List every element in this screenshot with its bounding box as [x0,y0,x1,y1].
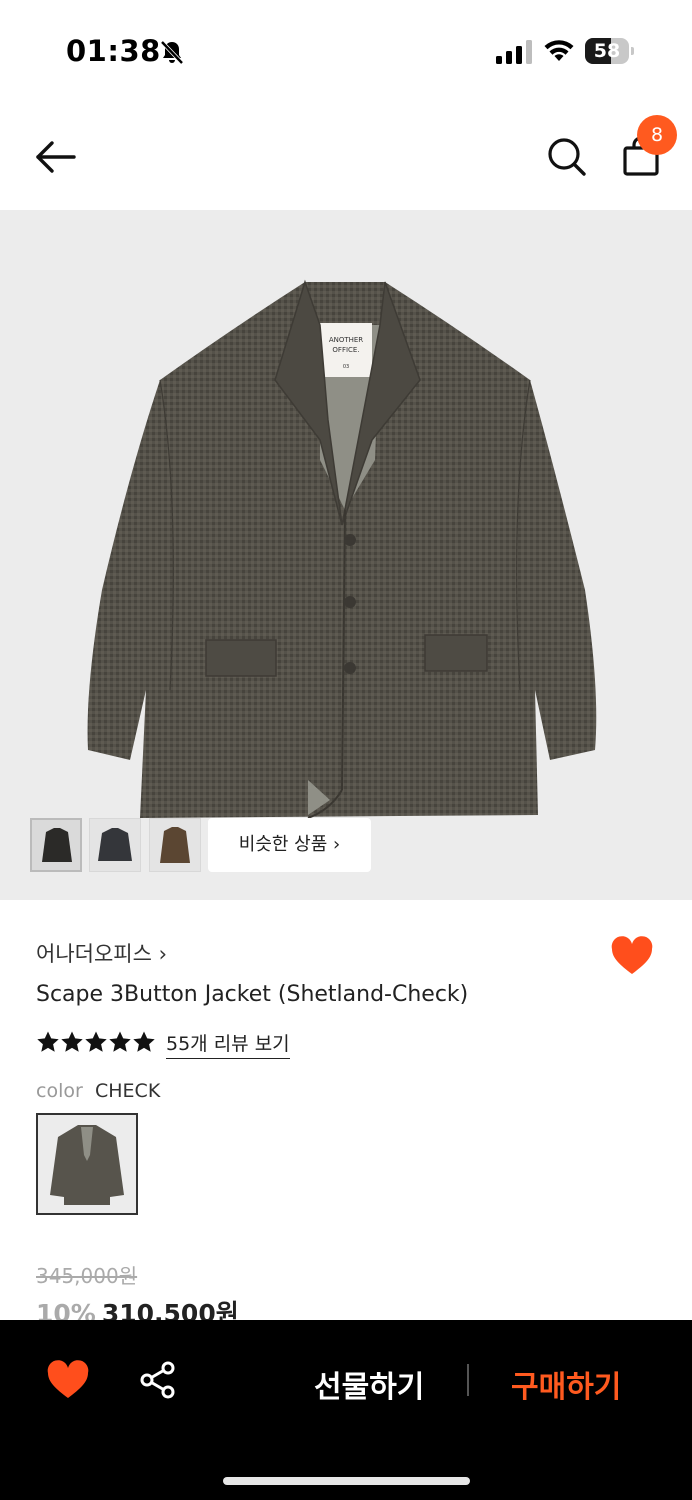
gift-button[interactable]: 선물하기 [314,1362,424,1406]
thumbnail-2[interactable] [89,818,141,872]
star-icon [85,1031,107,1052]
search-icon[interactable] [544,134,590,180]
thumbnail-jacket-image [98,828,132,861]
color-label: color [36,1080,83,1102]
brand-link[interactable]: 어나더오피스 › [36,938,167,968]
status-bar: 01:38 58 [0,0,692,100]
divider [467,1364,469,1396]
product-image: ANOTHER OFFICE. 03 [87,279,597,819]
star-icon [109,1031,131,1052]
star-icon [133,1031,155,1052]
thumbnail-3[interactable] [149,818,201,872]
thumbnail-jacket-image [160,827,190,863]
reviews-link[interactable]: 55개 리뷰 보기 [166,1029,290,1059]
cellular-signal-icon [496,40,532,64]
product-image-gallery[interactable]: ANOTHER OFFICE. 03 비슷한 상품 › [0,210,692,900]
original-price: 345,000원 [36,1264,138,1288]
buy-button[interactable]: 구매하기 [511,1362,621,1406]
thumbnail-1[interactable] [30,818,82,872]
color-option-check[interactable] [36,1113,138,1215]
svg-text:03: 03 [343,364,349,370]
product-name: Scape 3Button Jacket (Shetland-Check) [36,982,469,1007]
wifi-icon [544,40,574,61]
battery-icon: 58 [585,38,635,64]
thumbnail-jacket-image [42,828,72,862]
share-icon[interactable] [138,1360,178,1400]
color-value: CHECK [95,1080,161,1102]
similar-products-button[interactable]: 비슷한 상품 › [208,818,371,872]
star-icon [61,1031,83,1052]
back-arrow-icon[interactable] [30,132,80,182]
color-swatch-image [50,1125,124,1205]
svg-text:OFFICE.: OFFICE. [332,346,359,354]
wishlist-heart-icon[interactable] [46,1360,90,1400]
svg-text:ANOTHER: ANOTHER [329,336,363,344]
battery-percent: 58 [593,40,621,62]
cart-count-badge: 8 [637,115,677,155]
star-icon [37,1031,59,1052]
bottom-action-bar: 선물하기 구매하기 [0,1320,692,1500]
heart-icon[interactable] [610,936,654,976]
rating-stars [36,1030,156,1056]
home-indicator [223,1477,470,1485]
status-time: 01:38 [66,34,161,68]
top-nav [0,100,692,210]
bell-off-icon [160,40,184,65]
